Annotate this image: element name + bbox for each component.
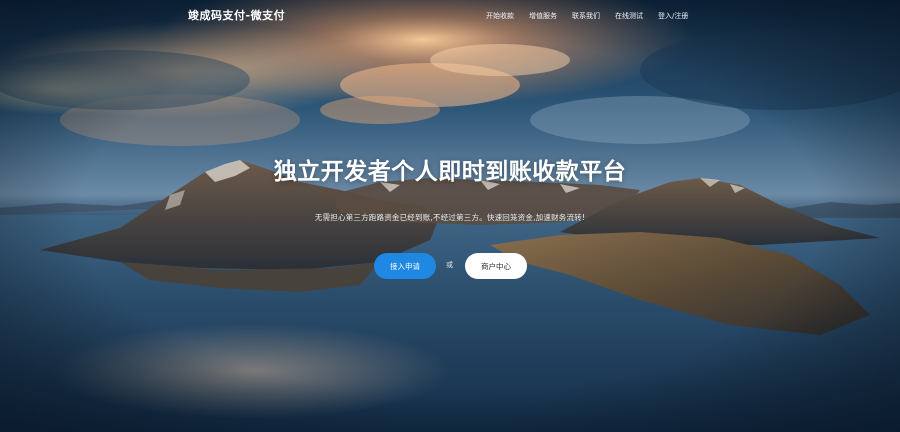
page: 竣成码支付-微支付 开始收款 增值服务 联系我们 在线测试 登入/注册 独立开发… — [0, 0, 900, 432]
nav-item-start-collecting[interactable]: 开始收款 — [486, 9, 514, 23]
nav-item-contact-us[interactable]: 联系我们 — [572, 9, 600, 23]
nav-item-online-test[interactable]: 在线测试 — [615, 9, 643, 23]
top-navigation-bar: 竣成码支付-微支付 开始收款 增值服务 联系我们 在线测试 登入/注册 — [0, 0, 900, 30]
main-nav: 开始收款 增值服务 联系我们 在线测试 登入/注册 — [480, 9, 688, 23]
nav-item-login-register[interactable]: 登入/注册 — [658, 9, 688, 23]
hero-title: 独立开发者个人即时到账收款平台 — [273, 159, 627, 185]
or-separator: 或 — [446, 261, 453, 269]
hero-subtitle: 无需担心第三方跑路资金已经到账,不经过第三方。快速回笼资金,加速财务流转! — [314, 213, 586, 222]
nav-item-value-added-services[interactable]: 增值服务 — [529, 9, 557, 23]
brand-logo-text[interactable]: 竣成码支付-微支付 — [188, 7, 285, 23]
merchant-center-button[interactable]: 商户中心 — [465, 253, 527, 279]
apply-access-button[interactable]: 接入申请 — [374, 253, 436, 279]
